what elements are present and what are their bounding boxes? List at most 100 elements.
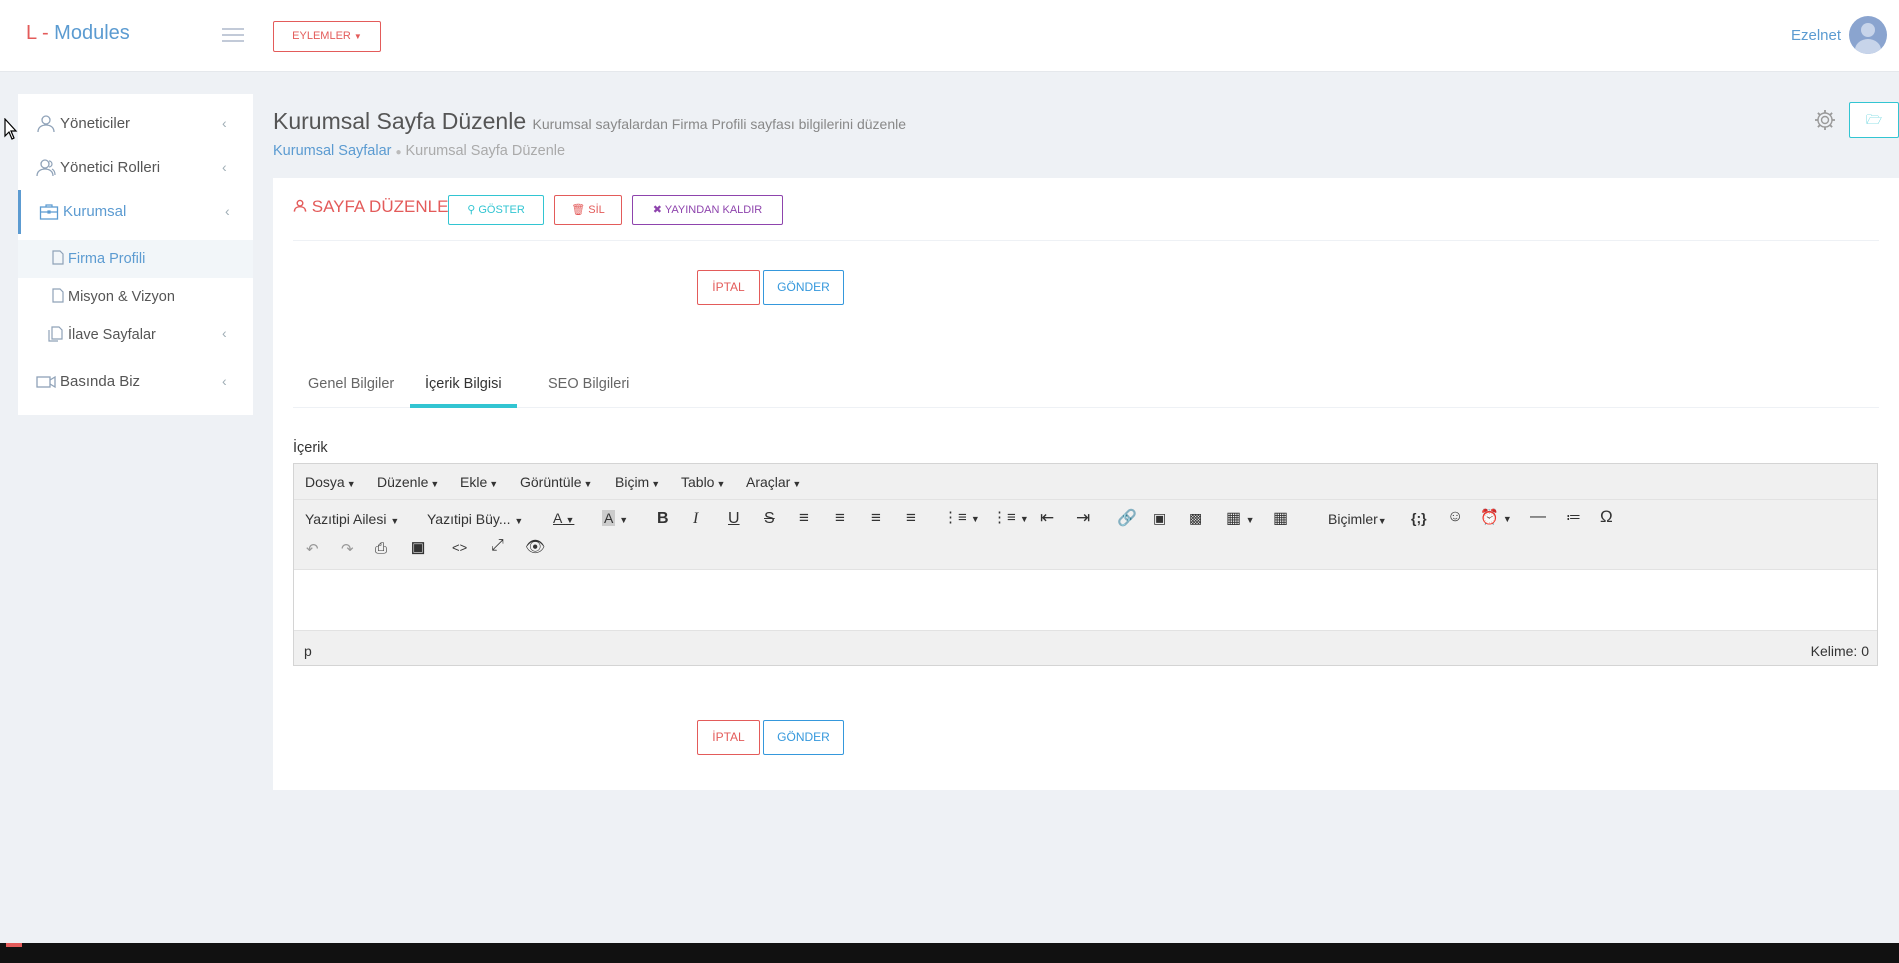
menu-bicim[interactable]: Biçim ▼ bbox=[615, 474, 660, 490]
folder-button[interactable]: 🗁 bbox=[1849, 102, 1899, 138]
close-icon: ✖ bbox=[652, 204, 662, 216]
special-character-icon[interactable]: Ω bbox=[1600, 507, 1613, 527]
menu-toggle-icon[interactable] bbox=[222, 28, 244, 44]
menu-label: Dosya bbox=[305, 474, 345, 490]
menu-tablo[interactable]: Tablo ▼ bbox=[681, 474, 725, 490]
top-header: L - Modules EYLEMLER ▼ Ezelnet bbox=[0, 0, 1899, 72]
source-code-icon[interactable]: <> bbox=[452, 540, 467, 555]
formats-label: Biçimler bbox=[1328, 511, 1378, 527]
find-replace-icon[interactable]: ▣ bbox=[411, 538, 425, 556]
breadcrumb-link[interactable]: Kurumsal Sayfalar bbox=[273, 143, 391, 159]
document-icon bbox=[52, 288, 64, 303]
link-icon[interactable]: 🔗 bbox=[1117, 508, 1137, 528]
element-path[interactable]: p bbox=[304, 643, 312, 659]
edit-page-card: SAYFA DÜZENLE ⚲ GÖSTER 🗑 SİL ✖ YAYINDAN … bbox=[273, 178, 1899, 790]
indent-icon[interactable]: ⇥ bbox=[1076, 508, 1090, 528]
search-icon: ⚲ bbox=[467, 204, 476, 216]
print-icon[interactable]: ⎙ bbox=[375, 540, 387, 557]
menu-label: Düzenle bbox=[377, 474, 429, 490]
alarm-clock-icon[interactable]: ⏰ ▼ bbox=[1480, 508, 1512, 526]
align-center-icon[interactable]: ≡ bbox=[835, 508, 845, 528]
sidebar-item-yonetici-rolleri[interactable]: Yönetici Rolleri ‹ bbox=[18, 146, 253, 190]
font-family-select[interactable]: Yazıtipi Ailesi ▼ bbox=[305, 511, 399, 527]
content-tabs: Genel Bilgiler İçerik Bilgisi SEO Bilgil… bbox=[293, 364, 1879, 408]
menu-label: Biçim bbox=[615, 474, 650, 490]
font-size-label: Yazıtipi Büy... bbox=[427, 511, 511, 527]
sidebar-item-label: Basında Biz bbox=[60, 373, 141, 390]
sidebar-item-yoneticiler[interactable]: Yöneticiler ‹ bbox=[18, 102, 253, 146]
chevron-left-icon: ‹ bbox=[225, 203, 230, 219]
menu-dosya[interactable]: Dosya ▼ bbox=[305, 474, 356, 490]
submit-button-top[interactable]: GÖNDER bbox=[763, 270, 844, 305]
logo-text: Modules bbox=[54, 22, 130, 44]
editor-content-area[interactable] bbox=[294, 569, 1877, 631]
text-color-icon[interactable]: A ▼ bbox=[553, 510, 574, 526]
bold-icon[interactable]: B bbox=[657, 510, 669, 528]
sidebar-item-basinda-biz[interactable]: Basında Biz ‹ bbox=[18, 360, 253, 404]
logo-separator: - bbox=[36, 22, 55, 44]
page-break-icon[interactable]: ≔ bbox=[1566, 508, 1581, 526]
unpublish-button[interactable]: ✖ YAYINDAN KALDIR bbox=[632, 195, 783, 225]
folder-icon: 🗁 bbox=[1865, 112, 1883, 127]
breadcrumb-current: Kurumsal Sayfa Düzenle bbox=[405, 143, 566, 159]
sidebar-item-label: Yöneticiler bbox=[60, 115, 131, 132]
code-sample-icon[interactable]: {;} bbox=[1411, 510, 1427, 526]
sidebar-subitem-label: Firma Profili bbox=[68, 251, 146, 267]
emoticons-icon[interactable]: ☺ bbox=[1447, 508, 1463, 526]
menu-duzenle[interactable]: Düzenle ▼ bbox=[377, 474, 439, 490]
page-title: Kurumsal Sayfa Düzenle Kurumsal sayfalar… bbox=[273, 108, 906, 135]
actions-button-label: EYLEMLER bbox=[292, 30, 351, 42]
breadcrumb: Kurumsal Sayfalar ● Kurumsal Sayfa Düzenle bbox=[273, 143, 565, 159]
undo-icon[interactable]: ↶ bbox=[306, 540, 319, 558]
menu-ekle[interactable]: Ekle ▼ bbox=[460, 474, 498, 490]
tab-seo-bilgileri[interactable]: SEO Bilgileri bbox=[533, 364, 644, 408]
fullscreen-icon[interactable]: ⤢ bbox=[491, 537, 504, 555]
video-camera-icon bbox=[36, 375, 56, 389]
visual-blocks-icon[interactable]: ▦ bbox=[1273, 508, 1288, 528]
sidebar-subitem-ilave-sayfalar[interactable]: İlave Sayfalar ‹ bbox=[18, 316, 253, 354]
gear-icon[interactable] bbox=[1813, 108, 1837, 132]
tab-icerik-bilgisi[interactable]: İçerik Bilgisi bbox=[410, 364, 517, 408]
briefcase-icon bbox=[39, 204, 59, 220]
italic-icon[interactable]: I bbox=[693, 510, 698, 528]
sidebar-item-label: Kurumsal bbox=[63, 203, 127, 220]
underline-icon[interactable]: U bbox=[728, 510, 740, 528]
background-color-icon[interactable]: A ▼ bbox=[602, 510, 628, 526]
strikethrough-icon[interactable]: S bbox=[764, 510, 775, 528]
submit-button-bottom[interactable]: GÖNDER bbox=[763, 720, 844, 755]
sidebar-subitem-misyon-vizyon[interactable]: Misyon & Vizyon bbox=[18, 278, 253, 316]
align-justify-icon[interactable]: ≡ bbox=[906, 508, 916, 528]
cancel-button-bottom[interactable]: İPTAL bbox=[697, 720, 760, 755]
formats-select[interactable]: Biçimler▼ bbox=[1328, 511, 1387, 527]
sidebar-item-label: Yönetici Rolleri bbox=[60, 159, 161, 176]
app-logo[interactable]: L - Modules bbox=[26, 22, 130, 45]
numbered-list-icon[interactable]: ⋮≡ ▼ bbox=[992, 508, 1029, 526]
font-size-select[interactable]: Yazıtipi Büy... ▼ bbox=[427, 511, 523, 527]
preview-eye-icon[interactable]: 👁 bbox=[525, 537, 545, 557]
sidebar-subitem-firma-profili[interactable]: Firma Profili bbox=[18, 240, 253, 278]
show-button[interactable]: ⚲ GÖSTER bbox=[448, 195, 544, 225]
user-name[interactable]: Ezelnet bbox=[1791, 27, 1841, 44]
chevron-left-icon: ‹ bbox=[222, 115, 227, 131]
outdent-icon[interactable]: ⇤ bbox=[1040, 508, 1054, 528]
divider bbox=[293, 240, 1879, 241]
actions-dropdown-button[interactable]: EYLEMLER ▼ bbox=[273, 21, 381, 52]
taskbar-icon[interactable] bbox=[6, 943, 22, 947]
delete-button[interactable]: 🗑 SİL bbox=[554, 195, 622, 225]
avatar[interactable] bbox=[1849, 16, 1887, 54]
horizontal-rule-icon[interactable]: — bbox=[1530, 508, 1546, 526]
menu-goruntule[interactable]: Görüntüle ▼ bbox=[520, 474, 592, 490]
cancel-button-top[interactable]: İPTAL bbox=[697, 270, 760, 305]
tab-genel-bilgiler[interactable]: Genel Bilgiler bbox=[293, 364, 409, 408]
media-icon[interactable]: ▩ bbox=[1189, 510, 1202, 527]
page-title-text: Kurumsal Sayfa Düzenle bbox=[273, 108, 527, 134]
sidebar-item-kurumsal[interactable]: Kurumsal ‹ bbox=[18, 190, 253, 234]
align-right-icon[interactable]: ≡ bbox=[871, 508, 881, 528]
table-icon[interactable]: ▦ ▼ bbox=[1226, 508, 1254, 528]
chevron-left-icon: ‹ bbox=[222, 373, 227, 389]
align-left-icon[interactable]: ≡ bbox=[799, 508, 809, 528]
bullet-list-icon[interactable]: ⋮≡ ▼ bbox=[943, 508, 980, 526]
image-icon[interactable]: ▣ bbox=[1153, 510, 1166, 527]
menu-araclar[interactable]: Araçlar ▼ bbox=[746, 474, 801, 490]
redo-icon[interactable]: ↷ bbox=[341, 540, 354, 558]
